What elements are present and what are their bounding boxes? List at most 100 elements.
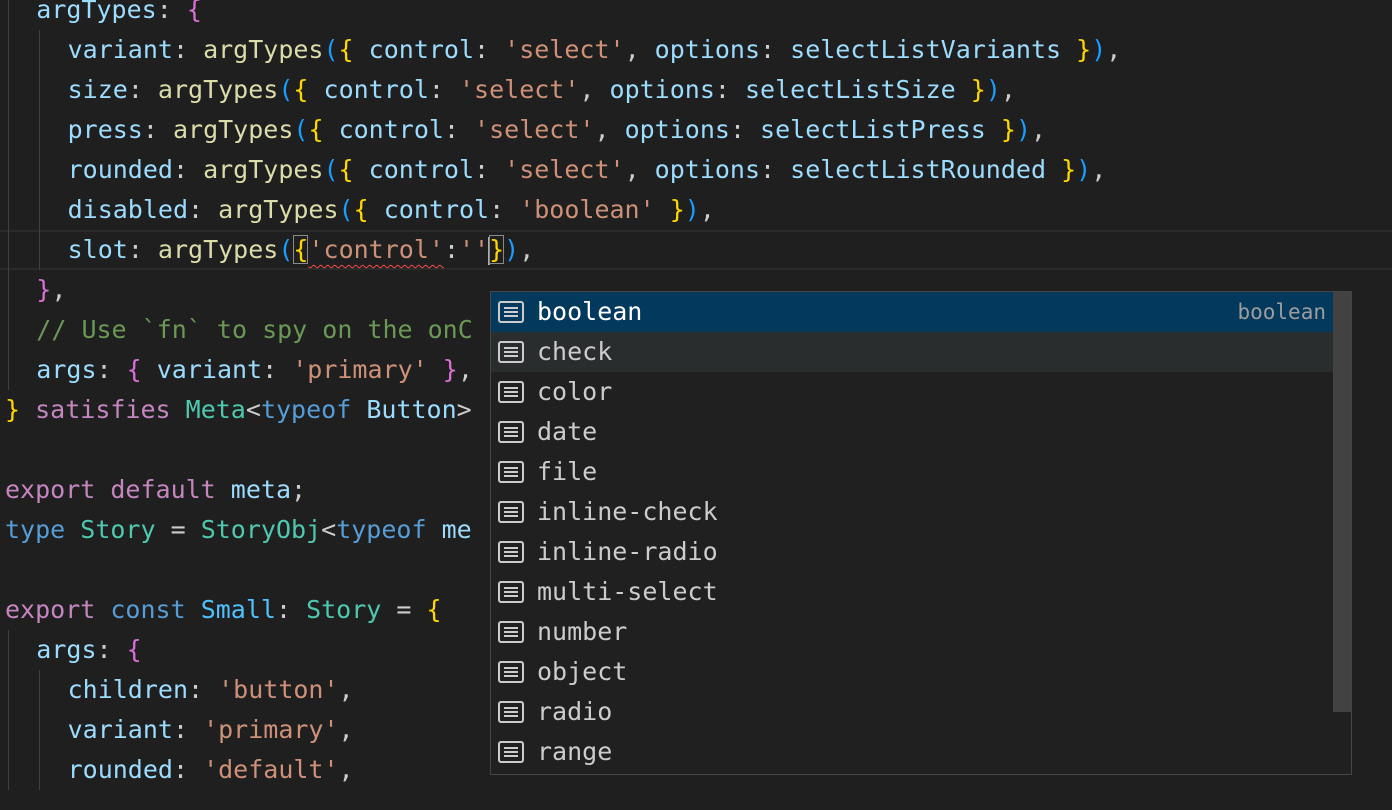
suggest-item-number[interactable]: number (491, 612, 1334, 652)
code-line[interactable]: disabled: argTypes({ control: 'boolean' … (0, 190, 1392, 230)
code-token: 'default' (203, 755, 339, 784)
code-token: } (1061, 155, 1077, 184)
indent-guide (39, 750, 41, 790)
code-text: press: argTypes({ control: 'select', opt… (68, 110, 1046, 150)
code-token: } (1076, 35, 1092, 64)
text-value-icon (498, 621, 524, 643)
code-token: ( (278, 75, 294, 104)
code-token: < (245, 395, 261, 424)
suggest-item-file[interactable]: file (491, 452, 1334, 492)
code-token: control (338, 115, 444, 144)
indent-guide (39, 670, 41, 710)
suggest-item-date[interactable]: date (491, 412, 1334, 452)
code-token: selectListSize (745, 75, 956, 104)
code-token: rounded (67, 755, 173, 784)
code-token: = (381, 595, 427, 624)
suggest-item-inline-radio[interactable]: inline-radio (491, 532, 1334, 572)
code-token: Small (200, 595, 276, 624)
code-token: argTypes (157, 235, 279, 264)
suggest-item-multi-select[interactable]: multi-select (491, 572, 1334, 612)
code-token: : (729, 115, 761, 144)
code-text: export const Small: Story = { (5, 590, 442, 630)
code-line[interactable]: size: argTypes({ control: 'select', opti… (0, 70, 1392, 110)
code-text: variant: 'primary', (68, 710, 354, 750)
suggest-item-label: number (537, 617, 628, 646)
code-token: press (67, 115, 143, 144)
code-token: , (624, 35, 655, 64)
code-token: , (1106, 35, 1122, 64)
code-line[interactable]: press: argTypes({ control: 'select', opt… (0, 110, 1392, 150)
code-token: export (5, 475, 96, 504)
code-line-current[interactable]: slot: argTypes({'control':''}), (0, 230, 1392, 270)
code-token: ( (338, 195, 354, 224)
code-token: : (275, 595, 307, 624)
indent-guide (39, 230, 41, 270)
code-token: : (714, 75, 745, 104)
suggest-item-boolean[interactable]: boolean boolean (491, 292, 1334, 332)
indent-guide (8, 310, 9, 350)
code-line[interactable]: variant: argTypes({ control: 'select', o… (0, 30, 1392, 70)
code-token: = (155, 515, 201, 544)
suggest-scrollbar[interactable] (1333, 292, 1351, 712)
indent-guide (8, 0, 9, 30)
indent-guide (8, 150, 9, 190)
code-token: rounded (67, 155, 173, 184)
code-token: { (293, 75, 309, 104)
code-text: }, (36, 270, 66, 310)
suggest-item-color[interactable]: color (491, 372, 1334, 412)
suggest-item-range[interactable]: range (491, 732, 1334, 772)
code-token: Story (306, 595, 382, 624)
code-token: ) (1076, 155, 1092, 184)
code-token: StoryObj (200, 515, 322, 544)
code-token: { (186, 0, 202, 24)
code-token: , (1031, 115, 1047, 144)
suggest-item-label: inline-check (537, 497, 718, 526)
code-token: : (127, 75, 158, 104)
indent-guide (8, 30, 9, 70)
code-token: , (1000, 75, 1016, 104)
text-value-icon (498, 581, 524, 603)
code-token: , (1091, 155, 1107, 184)
code-token: ) (985, 75, 1001, 104)
code-token: : (156, 0, 187, 24)
indent-guide (39, 30, 41, 70)
code-token: , (699, 195, 715, 224)
indent-guide (8, 270, 9, 310)
suggest-item-object[interactable]: object (491, 652, 1334, 692)
code-token: 'primary' (203, 715, 339, 744)
code-token: ) (504, 235, 520, 264)
code-token: typeof (260, 395, 352, 424)
indent-guide (39, 150, 41, 190)
code-token: : (428, 75, 459, 104)
code-token: size (67, 75, 128, 104)
code-token: selectListVariants (790, 35, 1062, 64)
code-line[interactable]: rounded: argTypes({ control: 'select', o… (0, 150, 1392, 190)
suggest-item-label: check (537, 337, 613, 366)
text-value-icon (498, 461, 524, 483)
suggest-widget[interactable]: boolean boolean check color date file inline-c… (490, 291, 1352, 775)
code-text: args: { variant: 'primary' }, (36, 350, 473, 390)
suggest-item-inline-check[interactable]: inline-check (491, 492, 1334, 532)
code-token: { (338, 155, 354, 184)
code-token: { (338, 35, 354, 64)
code-token: : (127, 235, 158, 264)
code-token: ( (293, 115, 309, 144)
code-token: ( (323, 155, 339, 184)
text-value-icon (498, 301, 524, 323)
code-token: options (624, 115, 730, 144)
suggest-item-radio[interactable]: radio (491, 692, 1334, 732)
code-token: } (1000, 115, 1016, 144)
indent-guide (39, 190, 41, 230)
indent-guide (39, 70, 41, 110)
code-line[interactable]: argTypes: { (0, 0, 1392, 30)
suggest-item-check[interactable]: check (491, 332, 1334, 372)
code-text: children: 'button', (68, 670, 354, 710)
code-token: { (426, 595, 442, 624)
code-token: argTypes (203, 35, 324, 64)
